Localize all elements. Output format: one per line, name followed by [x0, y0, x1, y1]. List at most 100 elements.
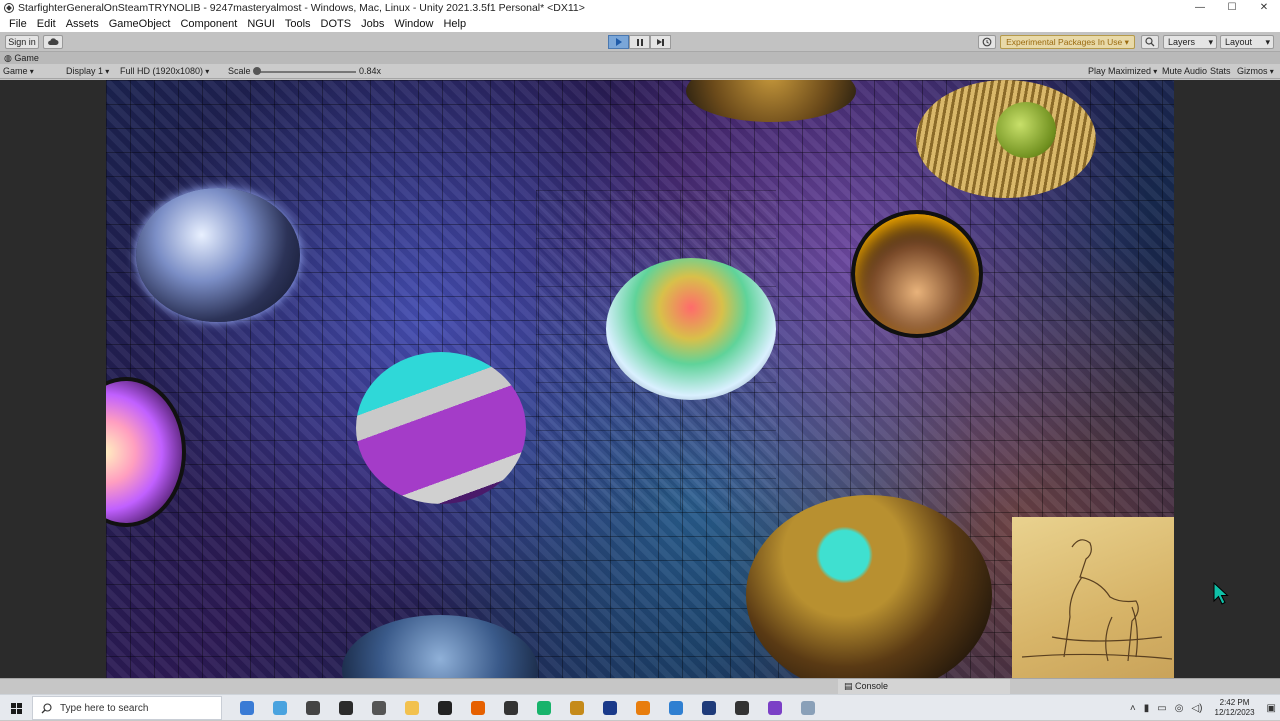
window-title: StarfighterGeneralOnSteamTRYNOLIB - 9247… — [18, 2, 585, 14]
menu-component[interactable]: Component — [175, 16, 242, 32]
calculator-icon[interactable] — [362, 695, 395, 721]
play-button[interactable] — [608, 35, 629, 49]
disc-icon[interactable] — [692, 695, 725, 721]
scale-slider-track[interactable] — [256, 71, 356, 73]
chevron-up-icon[interactable]: ˄ — [1130, 703, 1136, 714]
maximize-button[interactable]: ☐ — [1216, 0, 1248, 16]
resolution-dropdown[interactable]: Full HD (1920x1080) — [120, 64, 209, 79]
history-icon[interactable] — [978, 35, 996, 49]
battery-icon[interactable]: ▭ — [1157, 703, 1166, 714]
menu-bar: File Edit Assets GameObject Component NG… — [0, 16, 1280, 32]
scale-slider-handle[interactable] — [253, 67, 261, 75]
mute-audio-toggle[interactable]: Mute Audio — [1162, 64, 1207, 79]
media-icon-glyph — [338, 701, 353, 715]
game-view-area[interactable] — [0, 80, 1280, 678]
chevron-down-icon: ▾ — [1265, 37, 1270, 47]
calculator-icon-glyph — [371, 701, 386, 715]
sign-in-button[interactable]: Sign in — [5, 35, 39, 49]
menu-tools[interactable]: Tools — [280, 16, 316, 32]
windows-taskbar: Type here to search ˄ ▮ ▭ ◎ ◁) 2:42 PM 1… — [0, 694, 1280, 720]
taskbar-search[interactable]: Type here to search — [32, 696, 222, 720]
volume-icon[interactable]: ◁) — [1191, 703, 1202, 714]
window-icon-glyph — [800, 701, 815, 715]
taskbar-pinned-apps — [230, 695, 824, 721]
visual-studio-icon[interactable] — [758, 695, 791, 721]
layout-label: Layout — [1225, 37, 1253, 47]
tab-console[interactable]: ▤ Console — [838, 679, 1010, 694]
tab-game[interactable]: ◍ Game — [4, 52, 39, 64]
blender-icon[interactable] — [626, 695, 659, 721]
menu-ngui[interactable]: NGUI — [242, 16, 280, 32]
cloud-icon[interactable] — [43, 35, 63, 49]
unity-icon[interactable] — [725, 695, 758, 721]
menu-help[interactable]: Help — [438, 16, 471, 32]
tab-game-label: Game — [14, 53, 39, 63]
close-button[interactable]: ✕ — [1248, 0, 1280, 16]
system-tray: ˄ ▮ ▭ ◎ ◁) 2:42 PM 12/12/2023 ▣ — [1126, 695, 1280, 721]
start-button[interactable] — [0, 695, 32, 721]
media-icon[interactable] — [329, 695, 362, 721]
horse-rider-sketch-image — [1012, 517, 1174, 678]
tab-console-label: Console — [855, 681, 889, 691]
menu-edit[interactable]: Edit — [32, 16, 61, 32]
search-icon — [41, 702, 52, 713]
taskbar-clock[interactable]: 2:42 PM 12/12/2023 — [1215, 698, 1255, 718]
experimental-packages-button[interactable]: Experimental Packages In Use ▾ — [1000, 35, 1135, 49]
microphone-icon[interactable]: ▮ — [1144, 703, 1150, 714]
minimize-button[interactable]: — — [1184, 0, 1216, 16]
game-icon-glyph — [536, 701, 551, 715]
clock-time: 2:42 PM — [1219, 698, 1250, 707]
pause-button[interactable] — [629, 35, 650, 49]
headset-icon[interactable] — [593, 695, 626, 721]
menu-assets[interactable]: Assets — [61, 16, 104, 32]
store-icon[interactable] — [230, 695, 263, 721]
files-icon[interactable] — [263, 695, 296, 721]
taskbar-search-placeholder: Type here to search — [60, 702, 149, 714]
mouse-cursor-icon — [1213, 582, 1229, 605]
network-icon[interactable]: ◎ — [1175, 703, 1184, 714]
stats-toggle[interactable]: Stats — [1210, 64, 1231, 79]
game-render-viewport[interactable] — [106, 80, 1174, 678]
qr-icon[interactable] — [428, 695, 461, 721]
game-window-tabbar: ◍ Game — [0, 52, 1280, 64]
menu-window[interactable]: Window — [389, 16, 438, 32]
game-icon[interactable] — [527, 695, 560, 721]
qr-icon-glyph — [437, 701, 452, 715]
menu-gameobject[interactable]: GameObject — [104, 16, 176, 32]
app-icon[interactable] — [494, 695, 527, 721]
layout-dropdown[interactable]: Layout ▾ — [1220, 35, 1274, 49]
menu-file[interactable]: File — [4, 16, 32, 32]
chevron-down-icon: ▾ — [1208, 37, 1213, 47]
play-icon — [615, 38, 622, 46]
windows-logo-icon — [10, 702, 22, 714]
game-mode-dropdown[interactable]: Game — [3, 64, 34, 79]
menu-jobs[interactable]: Jobs — [356, 16, 389, 32]
scale-label: Scale — [228, 66, 251, 76]
main-toolbar: Sign in Experimental Packages In Use ▾ L… — [0, 32, 1280, 52]
tool-icon[interactable] — [560, 695, 593, 721]
layers-dropdown[interactable]: Layers ▾ — [1163, 35, 1217, 49]
unity-hub-icon-glyph — [305, 701, 320, 715]
step-button[interactable] — [650, 35, 671, 49]
gizmos-dropdown[interactable]: Gizmos — [1237, 64, 1274, 79]
menu-dots[interactable]: DOTS — [316, 16, 357, 32]
step-icon — [657, 38, 664, 46]
layers-label: Layers — [1168, 37, 1196, 47]
display-dropdown[interactable]: Display 1 — [66, 64, 109, 79]
notification-icon[interactable]: ▣ — [1267, 703, 1276, 714]
app-icon-glyph — [503, 701, 518, 715]
game-controller-icon: ◍ — [4, 53, 12, 63]
files-icon-glyph — [272, 701, 287, 715]
folder-icon-glyph — [404, 701, 419, 715]
browser-icon-glyph — [668, 701, 683, 715]
folder-icon[interactable] — [395, 695, 428, 721]
planet-orb-rainbow-ring — [606, 258, 776, 400]
firefox-icon[interactable] — [461, 695, 494, 721]
search-icon[interactable] — [1141, 35, 1159, 49]
console-icon: ▤ — [844, 681, 853, 691]
playback-controls — [608, 35, 671, 49]
unity-hub-icon[interactable] — [296, 695, 329, 721]
window-icon[interactable] — [791, 695, 824, 721]
browser-icon[interactable] — [659, 695, 692, 721]
play-maximized-dropdown[interactable]: Play Maximized — [1088, 64, 1157, 79]
